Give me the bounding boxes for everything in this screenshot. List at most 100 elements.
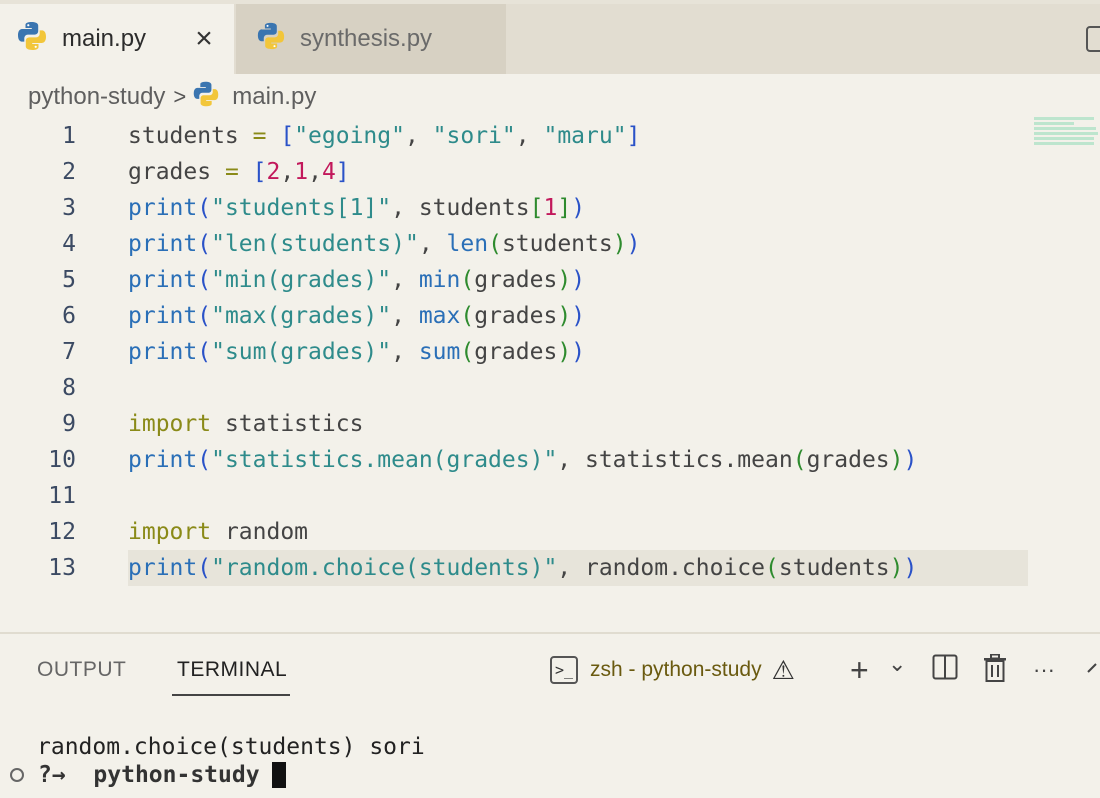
tab-synthesis-py[interactable]: synthesis.py [236, 4, 506, 74]
token: ( [460, 339, 475, 365]
code-line-current: 13 print("random.choice(students)", rand… [0, 550, 1030, 586]
token: ) [889, 555, 904, 581]
status-circle-icon [10, 768, 24, 782]
token: import [128, 411, 212, 437]
terminal-icon: >_ [550, 656, 578, 684]
code-text: import statistics [128, 411, 363, 437]
token: ) [557, 267, 572, 293]
terminal-cursor [271, 762, 286, 788]
split-editor-icon[interactable] [1086, 26, 1100, 52]
line-number: 6 [62, 303, 76, 329]
code-line: 10 print("statistics.mean(grades)", stat… [0, 442, 1030, 478]
close-icon[interactable]: × [192, 24, 216, 54]
token: ( [460, 303, 475, 329]
token: "statistics.mean(grades)" [211, 447, 558, 473]
token: "egoing" [294, 123, 405, 149]
token: ) [557, 303, 572, 329]
split-terminal-icon[interactable] [932, 654, 958, 686]
line-number: 8 [62, 375, 76, 401]
token: ( [488, 231, 502, 257]
code-line: 12 import random [0, 514, 1030, 550]
line-number: 5 [62, 267, 76, 293]
token: [ [280, 123, 295, 149]
token: print [128, 267, 198, 293]
token: grades [474, 339, 558, 365]
token: ( [197, 339, 212, 365]
token: , [404, 123, 433, 149]
token: ) [571, 267, 586, 293]
token: ) [889, 447, 904, 473]
token: , [391, 267, 419, 293]
python-icon [16, 20, 48, 59]
line-number: 1 [62, 123, 76, 149]
warning-icon[interactable]: ⚠ [772, 655, 795, 686]
token: print [128, 447, 198, 473]
python-icon [192, 80, 220, 115]
token: 4 [321, 159, 336, 185]
token: len [446, 231, 489, 257]
token: , [515, 123, 544, 149]
token: ) [626, 231, 641, 257]
python-icon [256, 21, 286, 58]
code-text: print("random.choice(students)", random.… [128, 550, 1028, 586]
token: grades [128, 159, 212, 185]
code-line: 8 [0, 370, 1030, 406]
trash-icon[interactable] [983, 653, 1007, 686]
token: print [128, 231, 198, 257]
breadcrumb-file[interactable]: main.py [232, 83, 316, 111]
token: grades [806, 447, 890, 473]
line-number: 3 [62, 195, 76, 221]
token: "maru" [543, 123, 627, 149]
token: ( [197, 195, 212, 221]
code-line: 5 print("min(grades)", min(grades)) [0, 262, 1030, 298]
code-text: students = ["egoing", "sori", "maru"] [128, 123, 640, 149]
token: [ [252, 159, 267, 185]
tab-main-py[interactable]: main.py × [0, 4, 234, 74]
token: statistics [211, 411, 364, 437]
token: students [778, 555, 890, 581]
code-line: 4 print("len(students)", len(students)) [0, 226, 1030, 262]
token: print [128, 555, 198, 581]
token: import [128, 519, 212, 545]
line-number: 9 [62, 411, 76, 437]
add-terminal-icon[interactable]: + [850, 654, 869, 686]
token: ] [335, 159, 350, 185]
line-number: 13 [48, 555, 76, 581]
token: = [238, 123, 281, 149]
line-number: 2 [62, 159, 76, 185]
terminal-output-line: random.choice(students) sori [37, 734, 425, 760]
tab-output[interactable]: OUTPUT [37, 658, 126, 682]
token: ( [460, 267, 475, 293]
tab-label: main.py [62, 25, 147, 52]
tab-label: synthesis.py [300, 25, 433, 52]
more-actions-icon[interactable]: ··· [1033, 654, 1055, 686]
token: ( [197, 447, 212, 473]
token: , statistics.mean [557, 447, 793, 473]
terminal-name: zsh - python-study [590, 658, 762, 681]
code-line: 9 import statistics [0, 406, 1030, 442]
token: "sum(grades)" [211, 339, 392, 365]
token: ( [197, 231, 212, 257]
token: ) [903, 447, 918, 473]
chevron-down-icon[interactable]: ⌄ [888, 648, 906, 680]
token: print [128, 339, 198, 365]
code-line: 2 grades = [2,1,4] [0, 154, 1030, 190]
tab-terminal[interactable]: TERMINAL [177, 658, 287, 682]
token: ] [626, 123, 641, 149]
token: ) [571, 303, 586, 329]
bottom-panel: OUTPUT TERMINAL >_ zsh - python-study ⚠ … [0, 632, 1100, 798]
breadcrumb-folder[interactable]: python-study [28, 83, 165, 111]
code-text: import random [128, 519, 308, 545]
code-editor[interactable]: 1 students = ["egoing", "sori", "maru"] … [0, 118, 1100, 618]
terminal-prompt[interactable]: ?→ python-study [10, 762, 286, 788]
chevron-right-icon: > [173, 84, 187, 109]
maximize-panel-icon[interactable] [1086, 654, 1100, 686]
terminal-selector[interactable]: >_ zsh - python-study ⚠ [550, 654, 795, 686]
code-line: 1 students = ["egoing", "sori", "maru"] [0, 118, 1030, 154]
line-number: 11 [48, 483, 76, 509]
token: = [211, 159, 253, 185]
token: "max(grades)" [211, 303, 392, 329]
token: ] [557, 195, 572, 221]
code-line: 11 [0, 478, 1030, 514]
token: , [391, 303, 419, 329]
